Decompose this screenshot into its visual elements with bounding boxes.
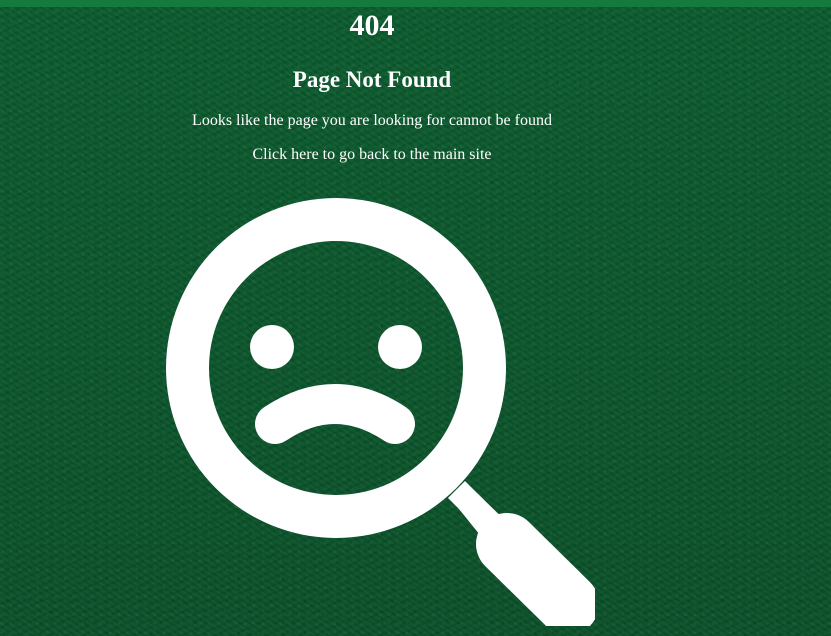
error-code: 404 — [349, 9, 395, 42]
page-title: Page Not Found — [292, 67, 452, 92]
error-message: Looks like the page you are looking for … — [192, 112, 552, 129]
sad-face-icon — [250, 325, 422, 444]
back-to-main-site-link[interactable]: Click here to go back to the main site — [252, 145, 491, 165]
error-content: 404 Page Not Found Looks like the page y… — [0, 0, 744, 165]
sad-magnifying-glass-icon — [166, 198, 595, 626]
